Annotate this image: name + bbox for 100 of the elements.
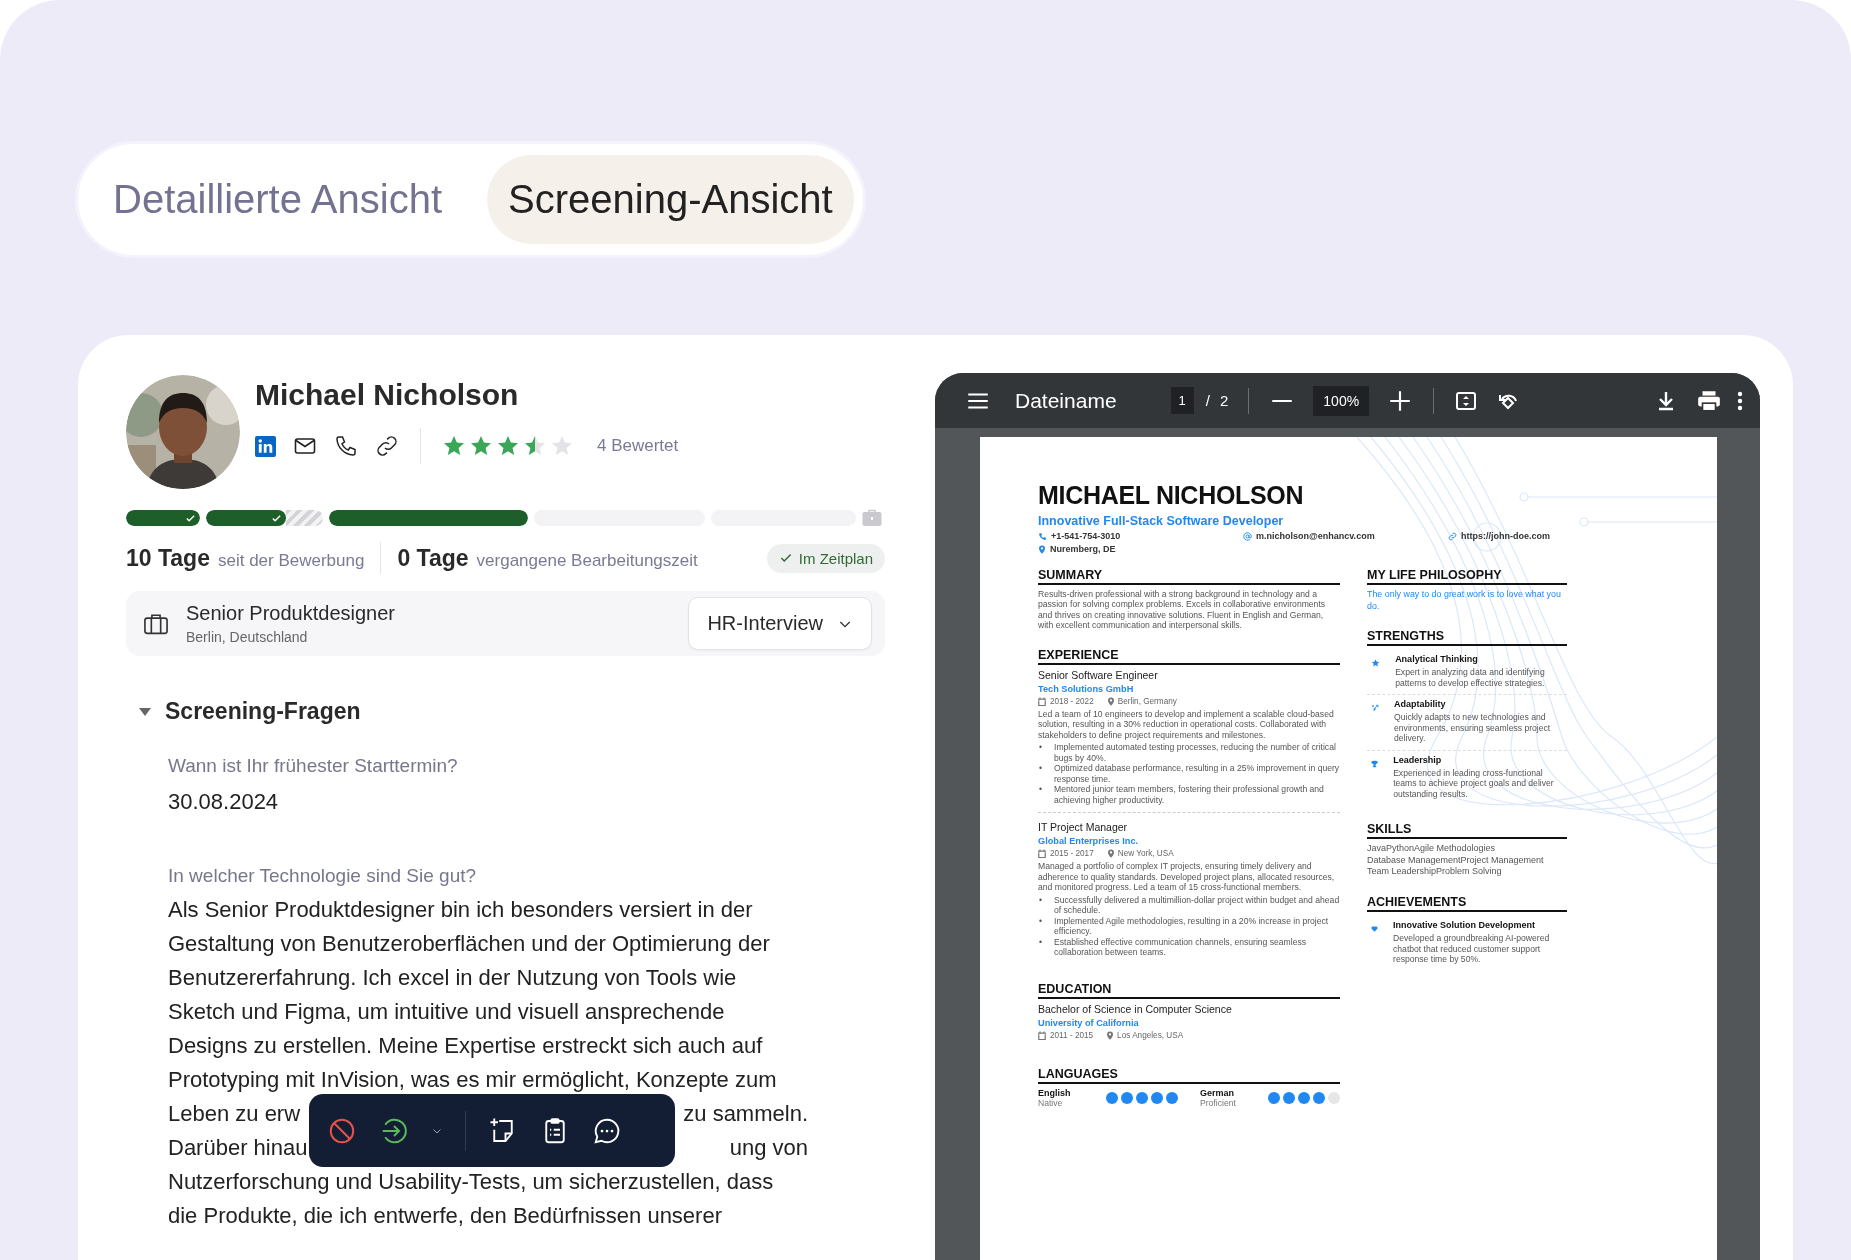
entry-title: Bachelor of Science in Computer Science bbox=[1038, 1002, 1233, 1015]
status-badge: Im Zeitplan bbox=[766, 543, 885, 573]
stat-value: 0 Tage bbox=[397, 544, 469, 572]
link-icon bbox=[1448, 531, 1457, 541]
contact-text: +1-541-754-3010 bbox=[1051, 531, 1121, 541]
phone-icon[interactable] bbox=[334, 434, 358, 458]
page-field[interactable]: 1 bbox=[1170, 387, 1194, 414]
answer-text: Nutzerforschung und Usability-Tests, um sicherzustellen, dass bbox=[168, 1168, 774, 1196]
resume-name: MICHAEL NICHOLSON bbox=[1038, 481, 1305, 510]
stat-label: vergangene Bearbeitungszeit bbox=[476, 550, 698, 571]
calendar-icon bbox=[1038, 1030, 1046, 1040]
answer-text: Benutzererfahrung. Ich excel in der Nutzung von Tools wie bbox=[168, 964, 737, 992]
entry-title: Senior Software Engineer bbox=[1038, 668, 1159, 681]
job-title: Senior Produktdesigner bbox=[186, 602, 395, 625]
answer-text: Darüber hinau bbox=[168, 1134, 308, 1162]
item-title: Analytical Thinking bbox=[1395, 654, 1479, 665]
entry-place: Los Angeles, USA bbox=[1117, 1030, 1184, 1040]
answer-text: Als Senior Produktdesigner bin ich besonders versiert in der bbox=[168, 896, 753, 924]
contact-text: Nuremberg, DE bbox=[1050, 544, 1116, 554]
language-name: German bbox=[1200, 1087, 1235, 1098]
language-name: English bbox=[1038, 1087, 1071, 1098]
bullet-text: Successfully delivered a multimillion-dollar project within budget and ahead of schedule. bbox=[1054, 894, 1340, 916]
linkedin-icon[interactable] bbox=[255, 435, 276, 457]
section-title: Screening-Fragen bbox=[165, 698, 361, 725]
section-heading: SKILLS bbox=[1367, 822, 1567, 840]
language-level: Proficient bbox=[1200, 1097, 1236, 1108]
view-tab[interactable]: Screening-Ansicht bbox=[487, 155, 854, 244]
item-text: Developed a groundbreaking AI-powered chatbot that reduced customer support response time by 50%. bbox=[1393, 933, 1551, 965]
section-heading: ACHIEVEMENTS bbox=[1367, 895, 1567, 913]
skill-text: Database ManagementProject Management bbox=[1367, 854, 1545, 867]
zoom-field[interactable]: 100% bbox=[1313, 385, 1370, 416]
answer-text: Prototyping mit InVision, was es mir ermöglicht, Konzepte zum bbox=[168, 1066, 777, 1094]
calendar-icon bbox=[1038, 696, 1046, 706]
pin-icon bbox=[1106, 849, 1115, 859]
pin-icon bbox=[1106, 1030, 1115, 1040]
page-separator: / bbox=[1205, 392, 1210, 409]
item-title: Leadership bbox=[1393, 754, 1443, 765]
entry-dates: 2015 - 2017 bbox=[1050, 849, 1094, 859]
at-icon bbox=[1243, 531, 1252, 541]
item-title: Innovative Solution Development bbox=[1393, 920, 1537, 931]
answer-text: zu sammeln. bbox=[683, 1100, 808, 1128]
skill-text: JavaPythonAgile Methodologies bbox=[1367, 843, 1497, 855]
entry-dates: 2011 - 2015 bbox=[1050, 1030, 1094, 1040]
pin-icon bbox=[1106, 696, 1115, 706]
answer-text: die Produkte, die ich entwerfe, den Bedürfnissen unserer bbox=[168, 1202, 722, 1230]
stage-dropdown[interactable]: HR-Interview bbox=[688, 597, 872, 650]
view-tab[interactable]: Detaillierte Ansicht bbox=[92, 155, 464, 244]
section-heading: LANGUAGES bbox=[1038, 1066, 1340, 1084]
answer-text: ung von bbox=[729, 1134, 808, 1162]
page-count: 2 bbox=[1219, 392, 1229, 409]
language-level: Native bbox=[1038, 1097, 1063, 1108]
item-title: Adaptability bbox=[1394, 699, 1447, 710]
item-text: Experienced in leading cross-functional teams to achieve project goals and deliver outstanding results. bbox=[1393, 767, 1555, 800]
bullet-text: Established effective communication channels, ensuring seamless collaboration between teams. bbox=[1054, 936, 1308, 958]
contact-text: https://john-doe.com bbox=[1461, 531, 1550, 541]
candidate-name: Michael Nicholson bbox=[255, 378, 520, 412]
stat-value: 10 Tage bbox=[126, 544, 210, 572]
calendar-icon bbox=[1038, 849, 1046, 859]
check-icon bbox=[270, 512, 282, 524]
briefcase-icon bbox=[862, 509, 882, 527]
entry-text: Managed a portfolio of complex IT projects, ensuring timely delivery and adherence to quality standards. Developed project plans, allocated resources, and monitored progress. Led a team of 15 cross-functional members. bbox=[1038, 861, 1336, 893]
job-location: Berlin, Deutschland bbox=[186, 629, 309, 645]
bullet-text: Implemented Agile methodologies, resulting in a 20% increase in project efficiency. bbox=[1054, 915, 1330, 937]
entry-place: New York, USA bbox=[1117, 849, 1174, 859]
entry-place: Berlin, Germany bbox=[1117, 696, 1177, 706]
section-heading: STRENGTHS bbox=[1367, 629, 1567, 647]
resume-headline: Innovative Full-Stack Software Developer bbox=[1038, 514, 1285, 528]
entry-title: IT Project Manager bbox=[1038, 821, 1129, 834]
entry-text: Led a team of 10 engineers to develop and implement a scalable cloud-based solution, resulting in a 30% reduction in operational costs. Collaborated with stakeholders to define project requirements and milestones. bbox=[1038, 708, 1335, 741]
answer-text: Gestaltung von Benutzeroberflächen und der Optimierung der bbox=[168, 930, 770, 958]
question-text: Wann ist Ihr frühester Starttermin? bbox=[168, 755, 459, 777]
stat-label: seit der Bewerbung bbox=[217, 550, 365, 571]
answer-text: Designs zu erstellen. Meine Expertise erstreckt sich auch auf bbox=[168, 1032, 763, 1060]
contact-text: m.nicholson@enhancv.com bbox=[1256, 531, 1375, 541]
bullet-text: Implemented automated testing processes, reducing the number of critical bugs by 40%. bbox=[1054, 742, 1337, 764]
section-heading: EXPERIENCE bbox=[1038, 647, 1340, 665]
philosophy-text: The only way to do great work is to love what you do. bbox=[1367, 589, 1562, 613]
answer-text: Sketch und Figma, um intuitive und visuell ansprechende bbox=[168, 998, 725, 1026]
organization: University of California bbox=[1038, 1017, 1140, 1028]
answer-text: 30.08.2024 bbox=[168, 788, 279, 816]
bullet-marker: • bbox=[1038, 936, 1043, 949]
bullet-marker: • bbox=[1038, 894, 1043, 907]
item-text: Expert in analyzing data and identifying patterns to develop effective strategies. bbox=[1395, 667, 1546, 689]
organization: Tech Solutions GmbH bbox=[1038, 683, 1135, 694]
rating-count: 4 Bewertet bbox=[597, 436, 679, 456]
check-icon bbox=[185, 512, 196, 524]
item-text: Quickly adapts to new technologies and environments, ensuring seamless project delivery. bbox=[1394, 712, 1552, 744]
phone-icon bbox=[1038, 531, 1047, 541]
bullet-marker: • bbox=[1038, 742, 1043, 755]
bullet-marker: • bbox=[1038, 915, 1043, 928]
link-icon[interactable] bbox=[375, 434, 399, 458]
file-name: Dateiname bbox=[1015, 388, 1117, 413]
section-heading: MY LIFE PHILOSOPHY bbox=[1367, 568, 1567, 585]
answer-text: Leben zu erw bbox=[168, 1100, 301, 1128]
skill-text: Team LeadershipProblem Solving bbox=[1367, 866, 1503, 879]
question-text: In welcher Technologie sind Sie gut? bbox=[168, 865, 478, 887]
bullet-text: Mentored junior team members, fostering their professional growth and achieving higher productivity. bbox=[1054, 784, 1325, 806]
bullet-marker: • bbox=[1038, 763, 1043, 776]
entry-dates: 2018 - 2022 bbox=[1050, 696, 1094, 706]
section-heading: SUMMARY bbox=[1038, 568, 1340, 585]
